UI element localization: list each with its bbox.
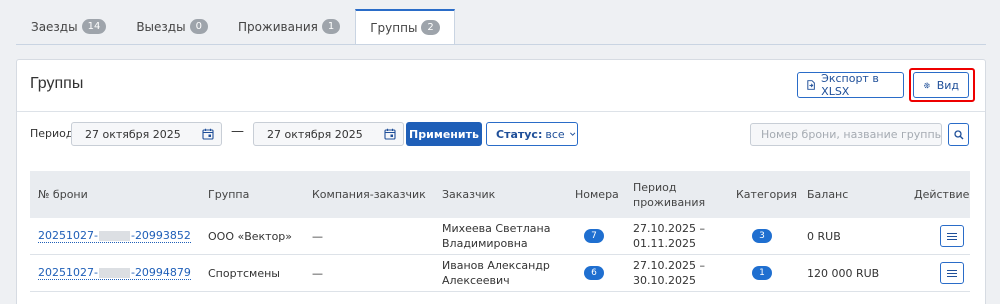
booking-prefix: 20251027- [38,266,98,279]
customer-name: Михеева Светлана Владимировна [442,222,551,250]
column-booking[interactable]: № брони [38,171,88,218]
booking-link[interactable]: 20251027- -20993852 [38,218,191,254]
gear-icon [924,82,930,88]
page-title: Группы [30,75,84,92]
column-group[interactable]: Группа [208,171,249,218]
group-name: ООО «Вектор» [208,229,293,243]
card-header: Группы Экспорт в XLSX Вид [17,60,985,112]
tab-count-badge: 1 [321,19,341,34]
period-cell: 27.10.2025 – 01.11.2025 [633,218,705,254]
column-category[interactable]: Категория [736,171,797,218]
column-balance[interactable]: Баланс [807,171,848,218]
date-from-value: 27 октября 2025 [85,127,181,141]
date-from-field[interactable]: 27 октября 2025 [71,122,222,146]
status-prefix: Статус: [496,127,543,141]
category-count: 3 [752,218,772,254]
tab-label: Группы [370,20,418,35]
category-badge: 1 [752,266,772,280]
action-cell [940,218,964,254]
booking-prefix: 20251027- [38,229,98,242]
calendar-icon[interactable] [384,128,396,140]
period-from: 27.10.2025 – [633,222,705,235]
status-value: все [545,127,565,141]
booking-link[interactable]: 20251027- -20994879 [38,255,191,291]
date-separator: — [231,124,244,139]
calendar-icon[interactable] [202,128,214,140]
balance-value: 120 000 RUB [807,266,880,280]
redacted-mask [98,231,130,241]
tab-count-badge: 2 [421,20,440,35]
tab-count-badge: 0 [189,19,208,34]
export-label: Экспорт в XLSX [821,72,879,98]
search-placeholder: Номер брони, название группы, з [761,128,942,141]
balance-value: 0 RUB [807,229,841,243]
period-from: 27.10.2025 – [633,259,705,272]
row-menu-button[interactable] [940,262,964,284]
menu-icon [947,269,957,277]
booking-suffix: -20994879 [130,266,191,279]
rooms-count: 6 [584,255,604,291]
booking-number[interactable]: 20251027- -20994879 [38,266,191,280]
tab-groups[interactable]: Группы 2 [355,9,455,45]
menu-icon [947,232,957,240]
category-badge: 3 [752,229,772,243]
groups-table: № брони Группа Компания-заказчик Заказчи… [30,171,970,292]
export-xlsx-button[interactable]: Экспорт в XLSX [797,72,904,98]
chevron-down-icon [569,132,575,136]
groups-card: Группы Экспорт в XLSX Вид Период: 27 окт… [16,59,986,304]
search-input[interactable]: Номер брони, название группы, з [750,123,942,146]
period-to: 01.11.2025 [633,237,696,250]
table-row: 20251027- -20994879 Спортсмены — Иванов А… [30,255,970,292]
booking-number[interactable]: 20251027- -20993852 [38,229,191,243]
date-to-value: 27 октября 2025 [267,127,363,141]
search-icon [953,129,963,139]
period-cell: 27.10.2025 – 30.10.2025 [633,255,705,291]
view-label: Вид [936,78,959,92]
rooms-badge: 6 [584,266,604,280]
table-header: № брони Группа Компания-заказчик Заказчи… [30,171,970,218]
apply-button[interactable]: Применить [406,122,482,146]
booking-suffix: -20993852 [130,229,191,242]
period-to: 30.10.2025 [633,274,696,287]
rooms-badge: 7 [584,229,604,243]
tabs-divider [16,44,986,45]
view-button[interactable]: Вид [913,72,969,98]
tab-label: Выезды [136,19,186,34]
company-name: — [312,266,323,280]
search-button[interactable] [948,123,969,146]
group-name: Спортсмены [208,266,280,280]
column-customer[interactable]: Заказчик [442,171,495,218]
company-name: — [312,229,323,243]
action-cell [940,255,964,291]
column-action: Действие [914,188,970,201]
tab-label: Заезды [31,19,78,34]
status-dropdown[interactable]: Статус: все [486,122,578,146]
category-count: 1 [752,255,772,291]
column-rooms[interactable]: Номера [575,171,619,218]
tab-stays[interactable]: Проживания 1 [223,9,355,44]
redacted-mask [98,268,130,278]
tab-label: Проживания [237,19,318,34]
column-period[interactable]: Период проживания [633,171,713,218]
column-company[interactable]: Компания-заказчик [312,171,426,218]
table-row: 20251027- -20993852 ООО «Вектор» — Михеев… [30,218,970,255]
row-menu-button[interactable] [940,225,964,247]
date-to-field[interactable]: 27 октября 2025 [253,122,404,146]
tab-bar: Заезды 14 Выезды 0 Проживания 1 Группы 2 [16,9,455,45]
tab-departures[interactable]: Выезды 0 [121,9,223,44]
customer-name: Иванов Александр Алексеевич [442,259,550,287]
tab-arrivals[interactable]: Заезды 14 [16,9,121,44]
file-export-icon [807,80,815,90]
tab-count-badge: 14 [81,19,107,34]
rooms-count: 7 [584,218,604,254]
